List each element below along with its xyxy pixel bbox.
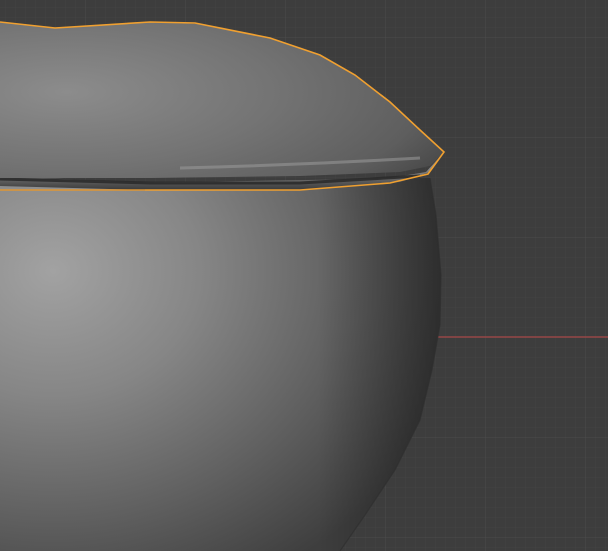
bowl-object[interactable]	[0, 177, 442, 551]
viewport-canvas[interactable]	[0, 0, 608, 551]
3d-viewport[interactable]	[0, 0, 608, 551]
